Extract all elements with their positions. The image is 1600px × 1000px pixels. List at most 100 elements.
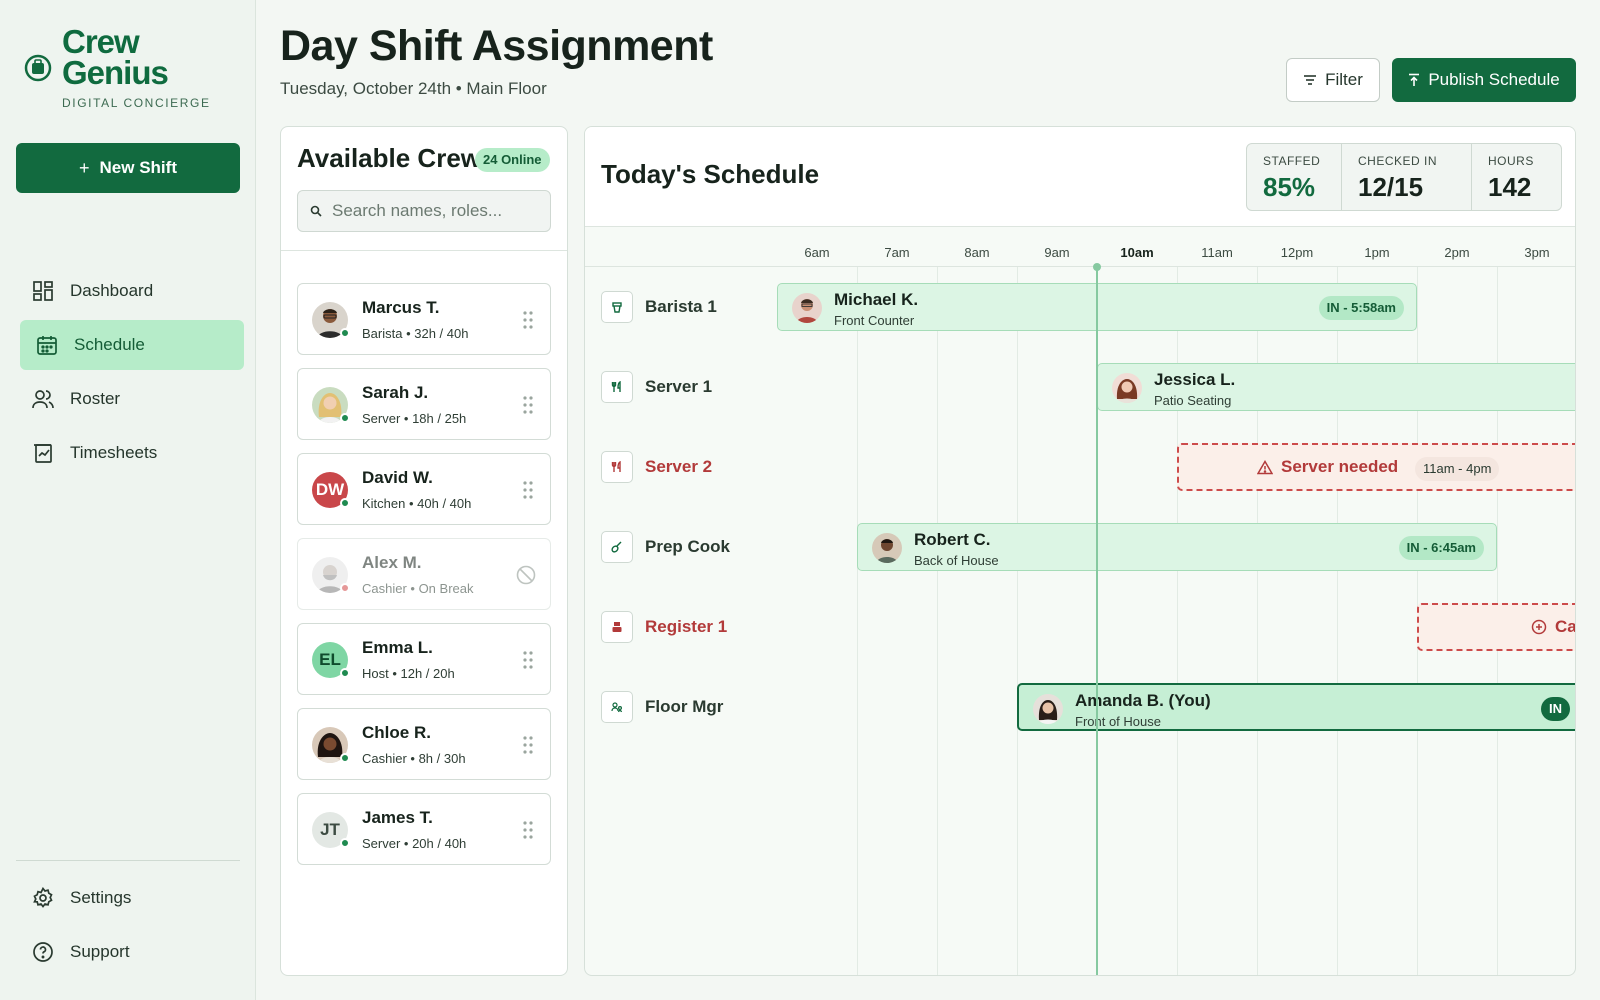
crew-meta: Server • 18h / 25h <box>362 411 467 426</box>
crew-name: Marcus T. <box>362 298 440 317</box>
schedule-stats: STAFFED 85% CHECKED IN 12/15 HOURS 142 <box>1246 143 1562 211</box>
warning-icon <box>1257 459 1273 474</box>
check-in-badge: IN <box>1541 697 1570 721</box>
crew-meta: Server • 20h / 40h <box>362 836 467 851</box>
crew-name: Emma L. <box>362 638 433 657</box>
crew-search-input[interactable] <box>332 201 532 221</box>
crew-panel-title: Available Crew <box>297 143 482 173</box>
drag-handle-icon[interactable] <box>522 310 534 330</box>
nav-label-schedule: Schedule <box>74 335 145 354</box>
check-in-badge: IN - 5:58am <box>1318 296 1404 320</box>
crew-card[interactable]: Chloe R. Cashier • 8h / 30h <box>297 708 551 780</box>
nav-item-settings[interactable]: Settings <box>20 873 244 923</box>
crew-card[interactable]: EL Emma L. Host • 12h / 20h <box>297 623 551 695</box>
hour-label: 3pm <box>1524 245 1550 260</box>
nav-label-settings: Settings <box>70 888 132 907</box>
crew-meta: Host • 12h / 20h <box>362 666 455 681</box>
crew-card[interactable]: JT James T. Server • 20h / 40h <box>297 793 551 865</box>
hour-label: 8am <box>964 245 990 260</box>
crew-card[interactable]: Marcus T. Barista • 32h / 40h <box>297 283 551 355</box>
crew-search[interactable] <box>297 190 551 232</box>
new-shift-button[interactable]: + New Shift <box>16 143 240 193</box>
drag-handle-icon[interactable] <box>522 820 534 840</box>
shift-area: Back of House <box>914 553 999 568</box>
drag-handle-icon[interactable] <box>522 650 534 670</box>
nav-item-roster[interactable]: Roster <box>20 374 244 424</box>
break-status-dot <box>340 583 350 593</box>
open-shift-slot[interactable]: Ca <box>1417 603 1575 651</box>
shift-area: Front Counter <box>834 313 915 328</box>
publish-schedule-button[interactable]: Publish Schedule <box>1392 58 1576 102</box>
lane-server-2: Server 2 <box>601 451 712 483</box>
online-status-dot <box>340 498 350 508</box>
page-subtitle: Tuesday, October 24th • Main Floor <box>280 79 547 98</box>
drag-handle-icon[interactable] <box>522 735 534 755</box>
crew-card[interactable]: Sarah J. Server • 18h / 25h <box>297 368 551 440</box>
sidebar-divider <box>16 860 240 861</box>
current-time-marker <box>1093 263 1101 271</box>
avatar: JT <box>312 812 350 848</box>
open-shift-slot[interactable]: Server needed 11am - 4pm <box>1177 443 1575 491</box>
grid-line <box>937 267 938 975</box>
nav-label-timesheets: Timesheets <box>70 443 158 462</box>
filter-button[interactable]: Filter <box>1286 58 1380 102</box>
check-in-badge: IN - 6:45am <box>1398 536 1484 560</box>
nav-item-schedule[interactable]: Schedule <box>20 320 244 370</box>
help-icon <box>33 942 53 962</box>
shift-area: Patio Seating <box>1154 393 1232 408</box>
utensils-icon <box>601 451 633 483</box>
crew-card-on-break[interactable]: Alex M. Cashier • On Break <box>297 538 551 610</box>
avatar <box>312 557 350 593</box>
hour-label: 1pm <box>1364 245 1390 260</box>
shift-employee-name: Jessica L. <box>1154 370 1236 389</box>
grid-line <box>1017 267 1018 975</box>
calendar-icon <box>37 336 57 355</box>
nav-item-support[interactable]: Support <box>20 927 244 977</box>
shift-employee-name: Michael K. <box>834 290 919 309</box>
crew-card[interactable]: DW David W. Kitchen • 40h / 40h <box>297 453 551 525</box>
search-icon <box>310 205 322 217</box>
new-shift-label: New Shift <box>99 158 177 177</box>
available-crew-panel: Available Crew 24 Online Marcus T. Baris… <box>280 126 568 976</box>
nav-item-dashboard[interactable]: Dashboard <box>20 266 244 316</box>
manager-icon <box>601 691 633 723</box>
brand-logo[interactable]: Crew Genius DIGITAL CONCIERGE <box>24 25 211 110</box>
schedule-panel: Today's Schedule STAFFED 85% CHECKED IN … <box>584 126 1576 976</box>
upload-icon <box>1409 73 1420 86</box>
crew-name: David W. <box>362 468 433 487</box>
hour-label: 7am <box>884 245 910 260</box>
crew-name: Sarah J. <box>362 383 429 402</box>
shift-block[interactable]: Jessica L. Patio Seating <box>1097 363 1575 411</box>
lane-server-1: Server 1 <box>601 371 712 403</box>
nav-label-roster: Roster <box>70 389 121 408</box>
page-title: Day Shift Assignment <box>280 22 713 70</box>
whisk-icon <box>601 531 633 563</box>
online-status-dot <box>340 328 350 338</box>
online-status-dot <box>340 753 350 763</box>
nav-label-dashboard: Dashboard <box>70 281 154 300</box>
crew-name: James T. <box>362 808 433 827</box>
current-time-line <box>1096 267 1098 975</box>
hour-label: 6am <box>804 245 830 260</box>
open-shift-time: 11am - 4pm <box>1415 457 1500 481</box>
crew-meta: Barista • 32h / 40h <box>362 326 469 341</box>
drag-handle-icon[interactable] <box>522 395 534 415</box>
hour-label: 2pm <box>1444 245 1470 260</box>
brand-tagline: DIGITAL CONCIERGE <box>62 96 211 110</box>
avatar <box>872 533 902 563</box>
lane-register-1: Register 1 <box>601 611 727 643</box>
drag-handle-icon[interactable] <box>522 480 534 500</box>
shift-area: Front of House <box>1075 714 1161 729</box>
nav-item-timesheets[interactable]: Timesheets <box>20 428 244 478</box>
crew-name: Alex M. <box>362 553 422 572</box>
hour-label: 12pm <box>1280 245 1314 260</box>
add-circle-icon <box>1531 619 1547 635</box>
shift-block[interactable]: Robert C. Back of House IN - 6:45am <box>857 523 1497 571</box>
shift-block-mine[interactable]: Amanda B. (You) Front of House IN <box>1017 683 1575 731</box>
online-status-dot <box>340 668 350 678</box>
avatar <box>312 302 350 338</box>
filter-label: Filter <box>1325 70 1363 89</box>
hour-label-current: 10am <box>1120 245 1154 260</box>
crew-name: Chloe R. <box>362 723 431 742</box>
people-icon <box>32 390 54 409</box>
